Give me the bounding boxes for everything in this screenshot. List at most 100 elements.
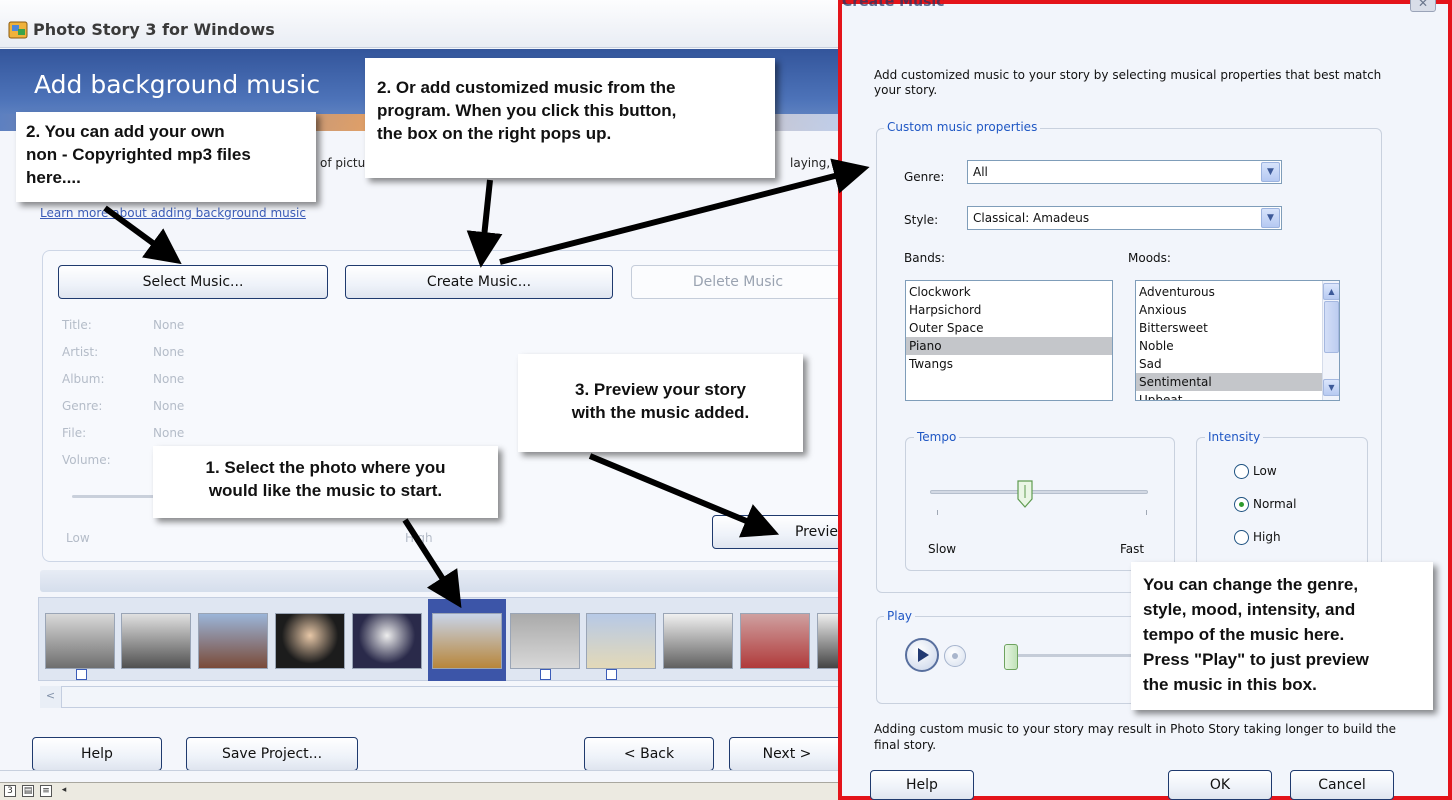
callout-line: program. When you click this button, <box>377 101 677 120</box>
cancel-button[interactable]: Cancel <box>1290 770 1394 800</box>
list-item[interactable]: Noble <box>1136 337 1339 355</box>
layout-icon[interactable]: ▤ <box>22 785 34 797</box>
thumbnail-6[interactable] <box>432 613 502 669</box>
meta-file-value: None <box>153 426 185 440</box>
thumbnail-1[interactable] <box>45 613 115 669</box>
volume-low-label: Low <box>66 531 90 545</box>
chevron-down-icon[interactable]: ▼ <box>1323 379 1339 396</box>
play-button[interactable] <box>905 638 939 672</box>
tempo-slider[interactable] <box>930 490 1148 494</box>
photo-story-app-icon <box>8 21 28 39</box>
ok-button[interactable]: OK <box>1168 770 1272 800</box>
thumbnail-3[interactable] <box>198 613 268 669</box>
edit-icon[interactable] <box>540 669 551 680</box>
create-music-button[interactable]: Create Music... <box>345 265 613 299</box>
callout-line: would like the music to start. <box>208 481 443 500</box>
page-description-fragment-right: laying, a <box>790 156 842 170</box>
transition-icon[interactable] <box>76 669 87 680</box>
stop-icon <box>952 653 958 659</box>
style-value: Classical: Amadeus <box>973 211 1090 225</box>
thumbnail-10[interactable] <box>740 613 810 669</box>
list-item[interactable]: Anxious <box>1136 301 1339 319</box>
list-item[interactable]: Bittersweet <box>1136 319 1339 337</box>
list-item[interactable]: Upbeat <box>1136 391 1339 400</box>
callout-line: the box on the right pops up. <box>377 124 612 143</box>
genre-value: All <box>973 165 988 179</box>
next-button[interactable]: Next > <box>729 737 845 771</box>
thumbnail-7[interactable] <box>510 613 580 669</box>
list-item[interactable]: Adventurous <box>1136 283 1339 301</box>
meta-artist-value: None <box>153 345 185 359</box>
tempo-fast-label: Fast <box>1120 542 1145 556</box>
genre-dropdown[interactable]: All ▼ <box>967 160 1282 184</box>
thumbnail-8[interactable] <box>586 613 656 669</box>
thumbnail-4[interactable] <box>275 613 345 669</box>
intensity-low-radio[interactable] <box>1234 464 1249 479</box>
play-legend: Play <box>884 609 916 623</box>
callout-line: 1. Select the photo where you <box>205 458 446 477</box>
list-item[interactable]: Sad <box>1136 355 1339 373</box>
list-item[interactable]: Twangs <box>906 355 1112 373</box>
tempo-slow-label: Slow <box>928 542 957 556</box>
list-item[interactable]: Clockwork <box>906 283 1112 301</box>
page-title: Add background music <box>34 70 321 99</box>
stop-button[interactable] <box>944 645 966 667</box>
chevron-down-icon[interactable]: ▼ <box>1261 162 1280 182</box>
close-icon[interactable]: ✕ <box>1410 0 1436 12</box>
intensity-low-label: Low <box>1253 464 1277 478</box>
moods-listbox[interactable]: Adventurous Anxious Bittersweet Noble Sa… <box>1135 280 1340 401</box>
tempo-tick <box>937 510 938 515</box>
callout-line: tempo of the music here. <box>1143 625 1345 644</box>
delete-music-button[interactable]: Delete Music <box>631 265 845 299</box>
callout-line: You can change the genre, <box>1143 575 1359 594</box>
intensity-high-radio[interactable] <box>1234 530 1249 545</box>
intensity-normal-radio[interactable] <box>1234 497 1249 512</box>
callout-line: here.... <box>26 168 81 187</box>
dialog-help-button[interactable]: Help <box>870 770 974 800</box>
callout-line: style, mood, intensity, and <box>1143 600 1356 619</box>
status-bar <box>0 782 845 800</box>
callout-line: 3. Preview your story <box>574 380 747 399</box>
chevron-down-icon[interactable]: ▼ <box>1261 208 1280 228</box>
edit-icon[interactable] <box>606 669 617 680</box>
tempo-slider-thumb[interactable] <box>1017 480 1033 508</box>
intensity-legend: Intensity <box>1205 430 1264 444</box>
thumbnail-2[interactable] <box>121 613 191 669</box>
bands-label: Bands: <box>904 251 946 265</box>
preview-button[interactable]: Previe <box>712 515 845 549</box>
callout-change-properties: You can change the genre, style, mood, i… <box>1131 562 1433 710</box>
meta-file-label: File: <box>62 426 87 440</box>
thumbnail-9[interactable] <box>663 613 733 669</box>
genre-label: Genre: <box>904 170 945 184</box>
callout-line: Press "Play" to just preview <box>1143 650 1369 669</box>
arrow-left-icon[interactable]: ◂ <box>58 785 70 797</box>
callout-custom-music: 2. Or add customized music from the prog… <box>365 58 775 178</box>
callout-line: 2. Or add customized music from the <box>377 78 676 97</box>
filmstrip-scrollbar[interactable] <box>40 686 845 708</box>
style-dropdown[interactable]: Classical: Amadeus ▼ <box>967 206 1282 230</box>
scroll-thumb[interactable] <box>1324 301 1339 353</box>
view-icon[interactable]: 3 <box>4 785 16 797</box>
callout-line: with the music added. <box>571 403 750 422</box>
thumbnail-5[interactable] <box>352 613 422 669</box>
select-music-button[interactable]: Select Music... <box>58 265 328 299</box>
dialog-title: Create Music <box>842 0 945 10</box>
list-icon[interactable]: ≡ <box>40 785 52 797</box>
list-item[interactable]: Outer Space <box>906 319 1112 337</box>
list-item-selected[interactable]: Sentimental <box>1136 373 1339 391</box>
save-project-button[interactable]: Save Project... <box>186 737 358 771</box>
bands-listbox[interactable]: Clockwork Harpsichord Outer Space Piano … <box>905 280 1113 401</box>
learn-more-link[interactable]: Learn more about adding background music <box>40 206 306 220</box>
list-item-selected[interactable]: Piano <box>906 337 1112 355</box>
list-item[interactable]: Harpsichord <box>906 301 1112 319</box>
chevron-up-icon[interactable]: ▲ <box>1323 283 1339 300</box>
meta-album-value: None <box>153 372 185 386</box>
meta-genre-label: Genre: <box>62 399 103 413</box>
custom-music-legend: Custom music properties <box>884 120 1041 134</box>
moods-scrollbar[interactable]: ▲ ▼ <box>1322 281 1339 400</box>
help-button[interactable]: Help <box>32 737 162 771</box>
meta-title-label: Title: <box>62 318 92 332</box>
back-button[interactable]: < Back <box>584 737 714 771</box>
playback-slider-thumb[interactable] <box>1004 644 1018 670</box>
scroll-left-icon[interactable]: < <box>40 686 62 708</box>
